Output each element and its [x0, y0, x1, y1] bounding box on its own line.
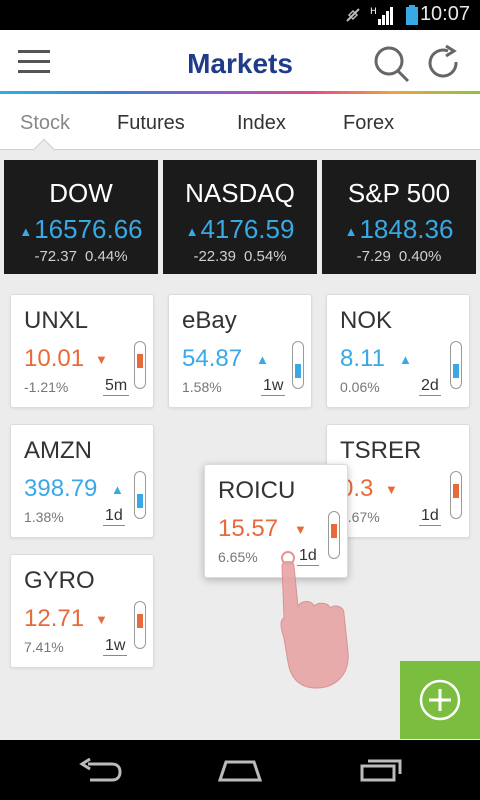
stock-symbol: TSRER	[340, 437, 422, 464]
down-arrow-icon: ▼	[385, 482, 398, 497]
tab-stock[interactable]: Stock	[20, 112, 70, 135]
up-arrow-icon: ▲	[19, 223, 33, 239]
stock-percent: 0.06%	[340, 379, 380, 395]
signal-muted-icon	[346, 8, 360, 22]
period-selector[interactable]: 5m	[103, 377, 130, 396]
trend-gauge	[450, 471, 462, 519]
trend-gauge	[450, 341, 462, 389]
home-icon[interactable]	[216, 758, 264, 782]
gauge-fill	[453, 484, 459, 498]
category-tabs: Stock Futures Index Forex	[0, 94, 480, 150]
gauge-fill	[137, 494, 143, 508]
index-name: DOW	[49, 178, 113, 208]
up-arrow-icon: ▲	[344, 223, 358, 239]
down-arrow-icon: ▼	[95, 352, 108, 367]
refresh-icon[interactable]	[424, 44, 464, 84]
stock-symbol: eBay	[182, 307, 237, 334]
stock-card-ebay[interactable]: eBay 54.87 ▲ 1.58% 1w	[168, 294, 312, 408]
stock-card-gyro[interactable]: GYRO 12.71 ▼ 7.41% 1w	[10, 554, 154, 668]
period-selector[interactable]: 1d	[103, 507, 125, 526]
app-header: Markets	[0, 30, 480, 94]
stock-symbol: UNXL	[24, 307, 89, 334]
index-tile-nasdaq[interactable]: NASDAQ ▲4176.59 -22.39 0.54%	[163, 160, 317, 274]
trend-gauge	[134, 471, 146, 519]
up-arrow-icon: ▲	[185, 223, 199, 239]
stock-price: 54.87	[182, 345, 243, 372]
trend-gauge	[292, 341, 304, 389]
stock-card-nok[interactable]: NOK 8.11 ▲ 0.06% 2d	[326, 294, 470, 408]
up-arrow-icon: ▲	[256, 352, 269, 367]
stock-symbol: ROICU	[218, 477, 296, 504]
stock-price: 12.71	[24, 605, 85, 632]
trend-gauge	[134, 341, 146, 389]
gauge-fill	[453, 364, 459, 378]
tab-futures[interactable]: Futures	[117, 112, 185, 135]
gauge-fill	[137, 354, 143, 368]
recent-apps-icon[interactable]	[358, 758, 404, 782]
trend-gauge	[134, 601, 146, 649]
down-arrow-icon: ▼	[294, 522, 307, 537]
clock-time: 10:07	[419, 3, 470, 25]
stock-price: 8.11	[340, 345, 385, 372]
gauge-fill	[331, 524, 337, 538]
stock-percent: 1.38%	[24, 509, 64, 525]
index-tile-dow[interactable]: DOW ▲16576.66 -72.37 0.44%	[4, 160, 158, 274]
stock-percent: -1.21%	[24, 379, 69, 395]
index-change: -72.37 0.44%	[34, 248, 128, 265]
index-value: ▲4176.59	[185, 214, 295, 244]
index-value: ▲16576.66	[19, 214, 143, 244]
battery-icon	[406, 5, 418, 25]
stock-price: 398.79	[24, 475, 98, 502]
stock-price: 10.01	[24, 345, 85, 372]
up-arrow-icon: ▲	[111, 482, 124, 497]
back-icon[interactable]	[78, 758, 122, 782]
stock-symbol: GYRO	[24, 567, 95, 594]
index-name: S&P 500	[347, 178, 451, 208]
period-selector[interactable]: 2d	[419, 377, 441, 396]
plus-circle-icon	[419, 679, 461, 721]
stock-percent: 1.58%	[182, 379, 222, 395]
stock-symbol: NOK	[340, 307, 393, 334]
stock-symbol: AMZN	[24, 437, 92, 464]
index-name: NASDAQ	[185, 178, 295, 208]
tab-forex[interactable]: Forex	[343, 112, 394, 135]
drag-hand-icon	[280, 551, 349, 689]
h-network-icon: H	[370, 7, 393, 25]
stock-card-amzn[interactable]: AMZN 398.79 ▲ 1.38% 1d	[10, 424, 154, 538]
index-tile-sp500[interactable]: S&P 500 ▲1848.36 -7.29 0.40%	[322, 160, 476, 274]
search-icon[interactable]	[372, 44, 412, 84]
add-stock-button[interactable]	[400, 661, 480, 739]
period-selector[interactable]: 1w	[261, 377, 286, 396]
gauge-fill	[295, 364, 301, 378]
period-selector[interactable]: 1d	[419, 507, 441, 526]
index-value: ▲1848.36	[344, 214, 454, 244]
stock-percent: 6.65%	[218, 549, 258, 565]
status-bar: H 10:07	[0, 0, 480, 30]
gauge-fill	[137, 614, 143, 628]
svg-text:H: H	[370, 7, 377, 17]
stock-card-unxl[interactable]: UNXL 10.01 ▼ -1.21% 5m	[10, 294, 154, 408]
down-arrow-icon: ▼	[95, 612, 108, 627]
stock-percent: 7.41%	[24, 639, 64, 655]
system-nav-bar	[0, 740, 480, 800]
index-change: -22.39 0.54%	[193, 248, 287, 265]
period-selector[interactable]: 1w	[103, 637, 128, 656]
up-arrow-icon: ▲	[399, 352, 412, 367]
index-change: -7.29 0.40%	[356, 248, 442, 265]
tab-index[interactable]: Index	[237, 112, 286, 135]
stock-price: 15.57	[218, 515, 279, 542]
